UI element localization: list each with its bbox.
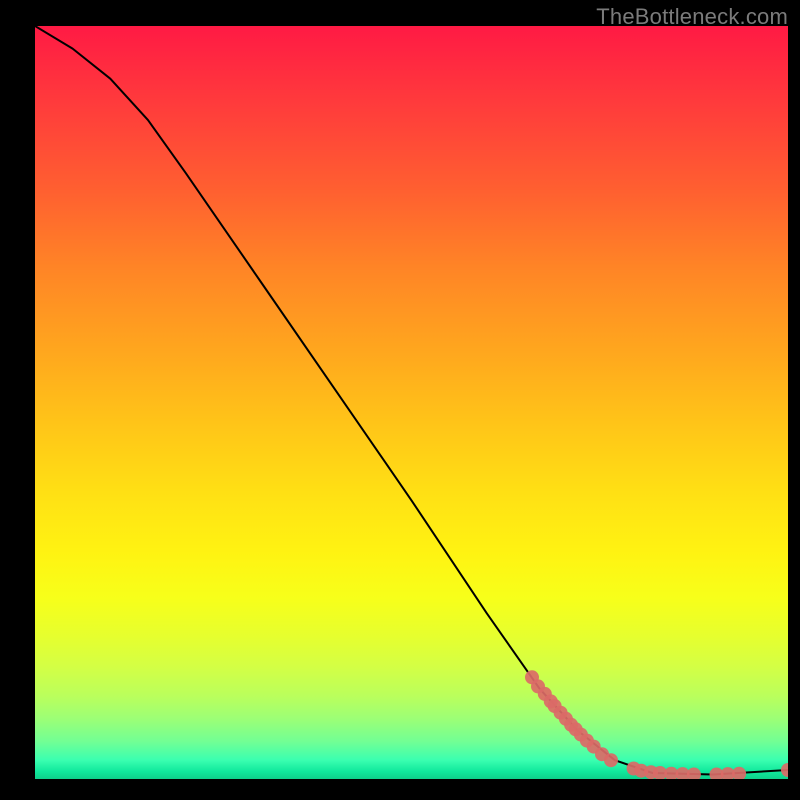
chart-svg [35, 26, 788, 779]
curve-markers [525, 670, 788, 779]
curve-line [35, 26, 788, 775]
chart-frame: TheBottleneck.com [0, 0, 800, 800]
plot-area [35, 26, 788, 779]
watermark-text: TheBottleneck.com [596, 4, 788, 30]
